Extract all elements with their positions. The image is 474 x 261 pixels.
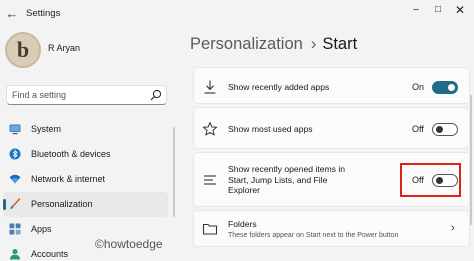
toggle-knob	[436, 126, 443, 133]
search-input[interactable]	[12, 90, 147, 100]
sidebar-item-label: Bluetooth & devices	[31, 149, 111, 159]
setting-label-line: Explorer	[228, 185, 260, 195]
main-scrollbar[interactable]	[470, 95, 472, 225]
breadcrumb: Personalization › Start	[190, 35, 357, 54]
search-box[interactable]	[6, 85, 167, 105]
toggle-state-text: Off	[412, 124, 424, 134]
breadcrumb-parent[interactable]: Personalization	[190, 35, 303, 53]
sidebar-item-label: Network & internet	[31, 174, 106, 184]
setting-label-line: Show recently opened items in	[228, 164, 346, 174]
sidebar-item-personalization[interactable]: Personalization	[3, 192, 168, 217]
watermark: ©howtoedge	[95, 237, 163, 251]
sidebar-item-bluetooth[interactable]: Bluetooth & devices	[3, 142, 168, 167]
avatar-letter: b	[16, 37, 30, 62]
setting-most-used-apps[interactable]: Show most used apps Off	[193, 107, 470, 149]
wifi-icon	[9, 174, 21, 184]
brush-icon	[10, 198, 21, 209]
highlight-box	[400, 163, 461, 197]
star-icon	[202, 122, 218, 136]
arrow-left-icon[interactable]: ←	[4, 6, 20, 22]
sidebar-item-label: System	[31, 124, 62, 134]
apps-icon	[9, 223, 21, 235]
setting-description: These folders appear on Start next to th…	[228, 232, 399, 239]
setting-folders[interactable]: Folders These folders appear on Start ne…	[193, 210, 470, 247]
setting-label: Show recently added apps	[228, 82, 330, 92]
settings-list: Show recently added apps On Show most us…	[193, 67, 470, 250]
list-icon	[204, 175, 216, 185]
account-icon	[10, 249, 20, 260]
window-title: Settings	[26, 8, 61, 19]
maximize-button[interactable]: □	[427, 3, 449, 17]
sidebar-item-network[interactable]: Network & internet	[3, 167, 168, 192]
most-used-apps-toggle[interactable]	[432, 123, 458, 136]
search-icon[interactable]	[150, 89, 162, 101]
chevron-right-icon[interactable]: ›	[451, 222, 455, 234]
toggle-state-text: On	[412, 82, 425, 92]
sidebar-scrollbar[interactable]	[173, 127, 175, 217]
folder-icon	[202, 223, 218, 235]
close-button[interactable]: ✕	[449, 3, 471, 17]
setting-label: Show recently opened items in Start, Jum…	[228, 164, 388, 196]
toggle-knob	[448, 84, 455, 91]
sidebar-item-label: Accounts	[31, 249, 69, 259]
setting-label-line: Start, Jump Lists, and File	[228, 174, 328, 185]
setting-label: Show most used apps	[228, 124, 313, 134]
sidebar-item-system[interactable]: System	[3, 117, 168, 142]
monitor-icon	[9, 124, 21, 135]
user-name: R Aryan	[48, 43, 81, 53]
title-bar: ← Settings – □ ✕	[0, 0, 474, 28]
download-icon	[204, 80, 216, 94]
setting-recently-added-apps[interactable]: Show recently added apps On	[193, 67, 470, 104]
breadcrumb-separator: ›	[310, 35, 317, 53]
minimize-button[interactable]: –	[405, 3, 427, 17]
sidebar-item-label: Apps	[31, 224, 52, 234]
bluetooth-icon	[9, 148, 21, 160]
avatar[interactable]: b	[5, 32, 41, 68]
page-title: Start	[322, 35, 358, 53]
sidebar-item-label: Personalization	[31, 199, 93, 209]
setting-label: Folders	[228, 219, 257, 229]
recently-added-apps-toggle[interactable]	[432, 81, 458, 94]
